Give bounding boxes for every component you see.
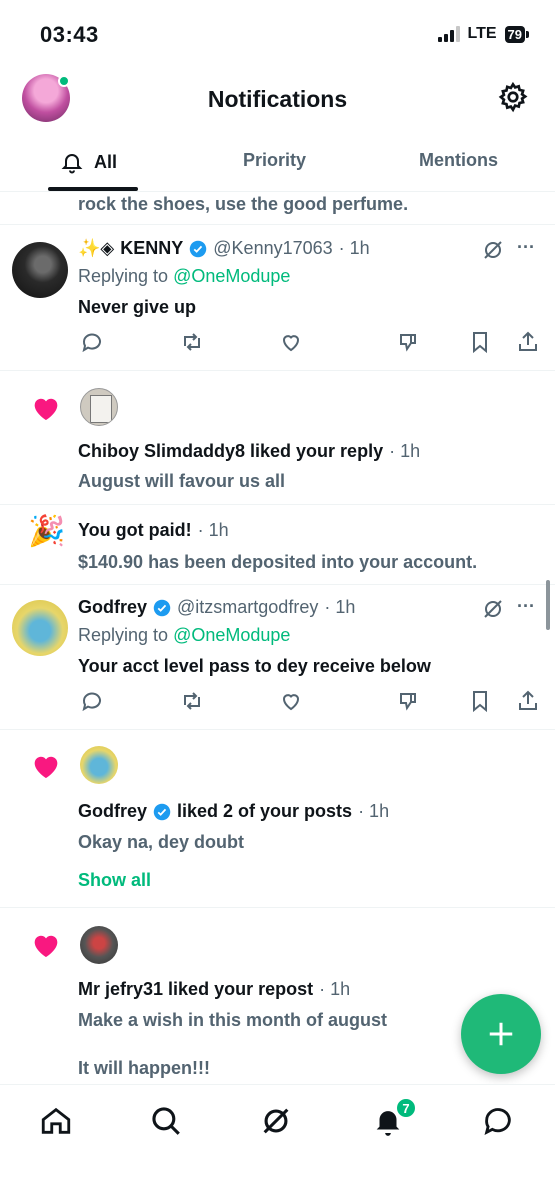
chiboy-like-row[interactable]: Chiboy Slimdaddy8 liked your reply · 1h xyxy=(78,441,420,462)
plus-icon xyxy=(489,1022,513,1046)
scrollbar[interactable] xyxy=(546,580,550,630)
jefry-time: · 1h xyxy=(319,979,351,999)
compose-button[interactable] xyxy=(461,994,541,1074)
more-options-icon[interactable]: ··· xyxy=(517,595,535,617)
godfrey-like-name: Godfrey xyxy=(78,801,148,821)
verified-badge-icon xyxy=(153,599,171,616)
heart-icon xyxy=(34,935,58,957)
network-type: LTE xyxy=(467,25,497,42)
like-icon[interactable] xyxy=(279,689,303,713)
kenny-time: · 1h xyxy=(338,238,370,258)
kenny-handle: @Kenny17063 xyxy=(213,238,333,258)
tab-priority[interactable]: Priority xyxy=(243,150,306,171)
grok-icon[interactable] xyxy=(481,238,505,262)
godfrey-header: Godfrey @itzsmartgodfrey · 1h xyxy=(78,597,355,618)
replying-label: Replying to xyxy=(78,266,169,286)
tab-all[interactable]: All xyxy=(60,150,117,174)
kenny-replying: Replying to @OneModupe xyxy=(78,265,290,287)
bookmark-icon[interactable] xyxy=(468,689,492,713)
replying-label: Replying to xyxy=(78,625,169,645)
kenny-name[interactable]: KENNY xyxy=(120,238,183,259)
heart-icon xyxy=(34,756,58,778)
settings-gear-icon[interactable] xyxy=(497,81,529,113)
jefry-like-row[interactable]: Mr jefry31 liked your repost · 1h xyxy=(78,979,350,1000)
godfrey-name[interactable]: Godfrey xyxy=(78,597,147,618)
notifications-badge: 7 xyxy=(395,1097,417,1119)
godfrey-like-row[interactable]: Godfrey liked 2 of your posts · 1h xyxy=(78,801,389,822)
bookmark-icon[interactable] xyxy=(468,330,492,354)
kenny-avatar[interactable] xyxy=(12,242,68,298)
jefry-avatar[interactable] xyxy=(80,926,118,964)
divider xyxy=(0,224,555,225)
heart-icon xyxy=(34,398,58,420)
bell-icon xyxy=(61,154,83,174)
chiboy-time: · 1h xyxy=(389,441,421,461)
battery-level: 79 xyxy=(504,25,525,43)
divider xyxy=(0,504,555,505)
page-title: Notifications xyxy=(207,86,348,112)
replying-handle-link[interactable]: @OneModupe xyxy=(173,266,290,286)
godfrey-reply-text: Your acct level pass to dey receive belo… xyxy=(78,656,431,676)
repost-icon[interactable] xyxy=(180,330,204,354)
kenny-reply-text: Never give up xyxy=(78,297,197,317)
godfrey-small-avatar[interactable] xyxy=(80,746,118,784)
divider xyxy=(0,370,555,371)
divider xyxy=(0,584,555,585)
godfrey-avatar[interactable] xyxy=(12,600,68,656)
home-icon[interactable] xyxy=(39,1104,73,1138)
verified-badge-icon xyxy=(153,803,171,820)
chiboy-like-text: Chiboy Slimdaddy8 liked your reply xyxy=(78,441,384,461)
like-icon[interactable] xyxy=(279,330,303,354)
paid-text: $140.90 has been deposited into your acc… xyxy=(78,552,478,572)
godfrey-like-quote: Okay na, dey doubt xyxy=(78,832,245,852)
jefry-like-text: Mr jefry31 liked your repost xyxy=(78,979,314,999)
verified-badge-icon xyxy=(190,240,207,257)
divider xyxy=(0,191,555,192)
repost-icon[interactable] xyxy=(180,689,204,713)
jefry-quote-line2: It will happen!!! xyxy=(78,1058,210,1078)
battery-icon: 79 xyxy=(504,25,529,43)
godfrey-handle: @itzsmartgodfrey xyxy=(177,597,319,617)
godfrey-like-action: liked 2 of your posts xyxy=(177,801,353,821)
divider xyxy=(0,907,555,908)
show-all-link[interactable]: Show all xyxy=(78,869,151,891)
party-popper-icon: 🎉 xyxy=(28,515,66,548)
messages-icon[interactable] xyxy=(481,1104,515,1138)
share-icon[interactable] xyxy=(516,330,540,354)
replying-handle-link[interactable]: @OneModupe xyxy=(173,625,290,645)
grok-icon[interactable] xyxy=(481,597,505,621)
divider xyxy=(0,729,555,730)
paid-time: · 1h xyxy=(197,520,229,540)
search-icon[interactable] xyxy=(149,1104,183,1138)
reply-icon[interactable] xyxy=(80,330,104,354)
paid-header[interactable]: You got paid! · 1h xyxy=(78,520,229,541)
chiboy-avatar[interactable] xyxy=(80,388,118,426)
reply-icon[interactable] xyxy=(80,689,104,713)
downvote-icon[interactable] xyxy=(396,330,420,354)
kenny-prefix: ✨◈ xyxy=(78,238,115,258)
tab-all-label: All xyxy=(94,151,118,172)
share-icon[interactable] xyxy=(516,689,540,713)
status-time: 03:43 xyxy=(40,22,99,47)
godfrey-replying: Replying to @OneModupe xyxy=(78,624,290,646)
paid-title: You got paid! xyxy=(78,520,192,540)
bottom-nav xyxy=(0,1085,555,1200)
more-options-icon[interactable]: ··· xyxy=(517,236,535,258)
downvote-icon[interactable] xyxy=(396,689,420,713)
grok-nav-icon[interactable] xyxy=(259,1104,293,1138)
kenny-header: ✨◈ KENNY @Kenny17063 · 1h xyxy=(78,238,370,259)
jefry-quote-line1: Make a wish in this month of august xyxy=(78,1010,388,1030)
tab-mentions[interactable]: Mentions xyxy=(419,150,498,171)
godfrey-like-time: · 1h xyxy=(358,801,390,821)
truncated-post-text: rock the shoes, use the good perfume. xyxy=(78,194,409,214)
signal-icon xyxy=(437,26,460,42)
status-indicators: LTE 79 xyxy=(437,25,529,43)
chiboy-quote: August will favour us all xyxy=(78,471,286,491)
godfrey-time: · 1h xyxy=(324,597,356,617)
